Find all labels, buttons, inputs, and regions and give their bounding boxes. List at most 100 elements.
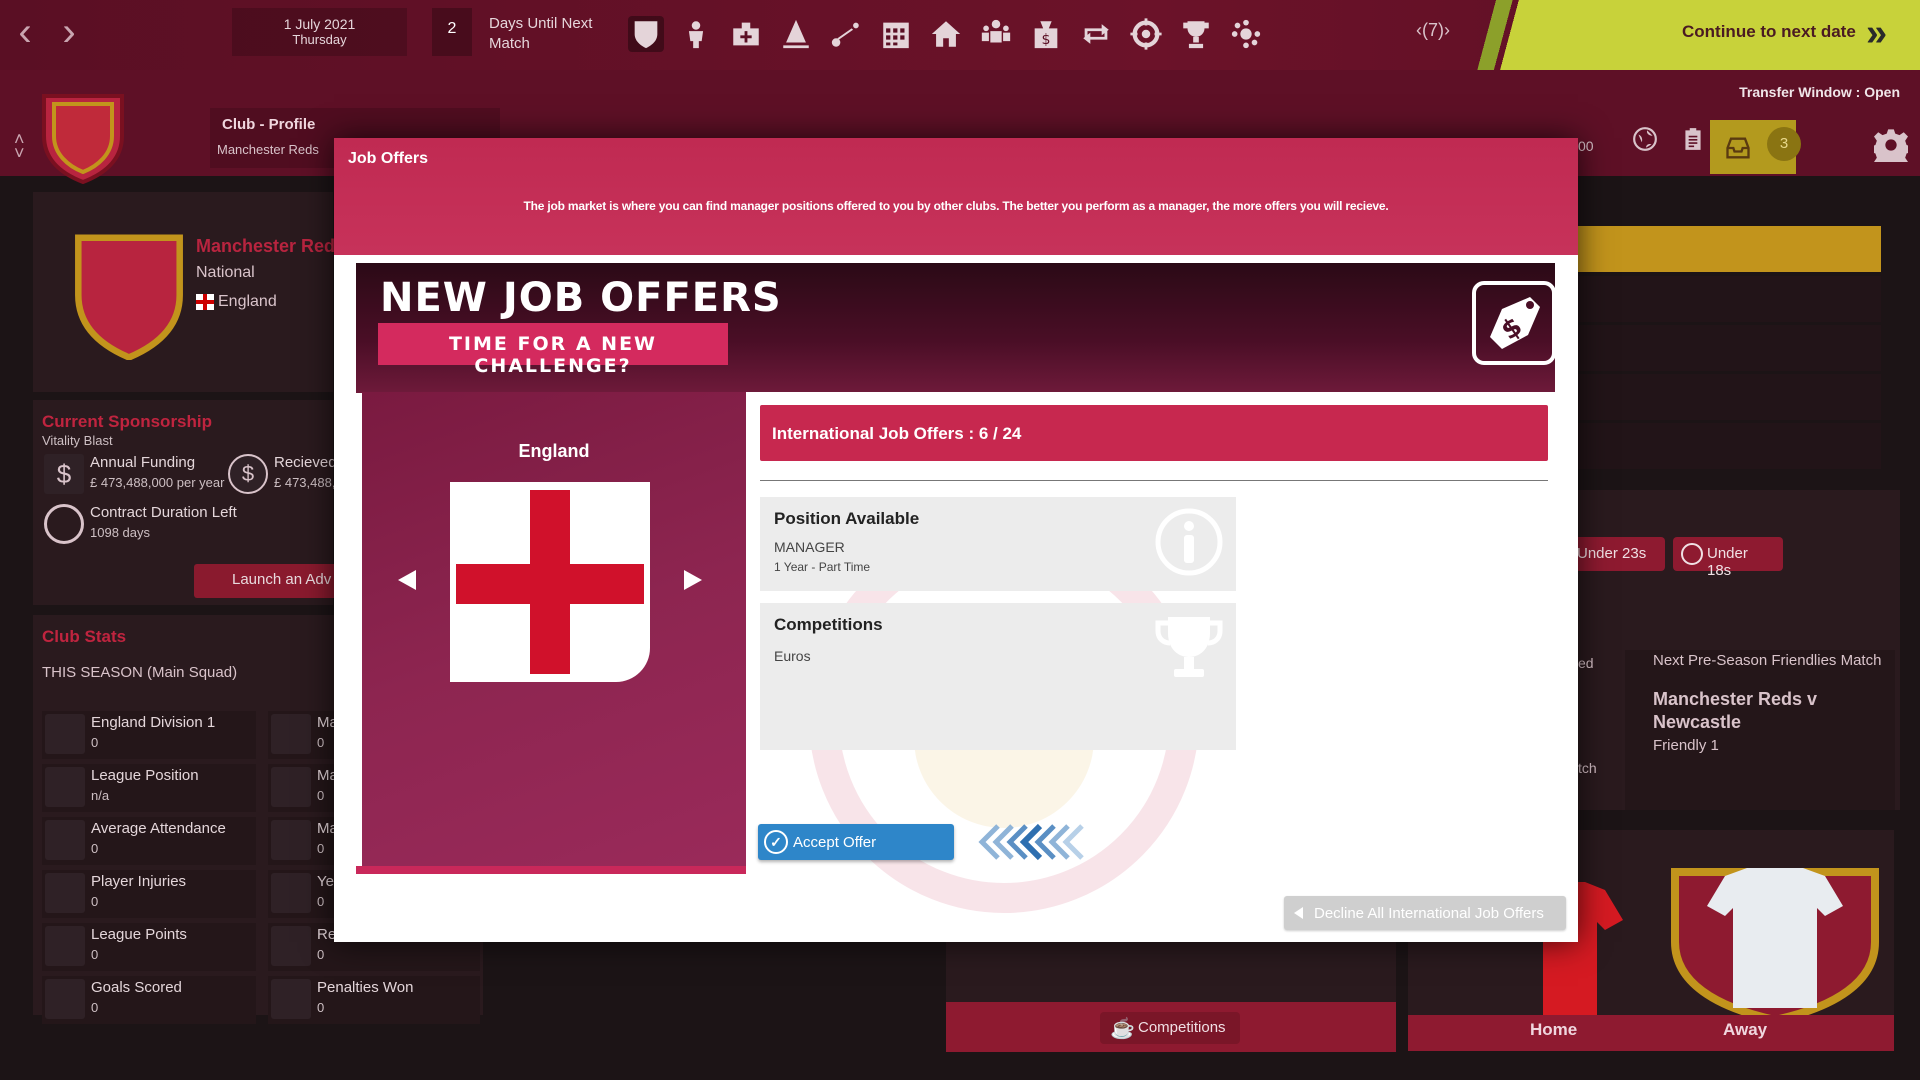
transfers-icon[interactable] [1078,16,1114,52]
accept-offer-label: Accept Offer [793,834,877,851]
club-name: Manchester Reds [196,236,346,256]
days-until-match-count: 2 [432,8,472,56]
inbox-count-badge: 3 [1767,127,1801,161]
check-circle-icon: ✓ [764,830,788,854]
game-speed-value: 7 [1428,20,1439,40]
under-23s-label: Under 23s [1577,545,1647,562]
competitions-title: Competitions [774,615,883,634]
forward-arrow-icon[interactable]: › [54,12,84,54]
stat-value: 0 [91,1000,99,1015]
stat-value: 0 [317,1000,325,1015]
chevrons-left-icon [978,823,1084,861]
back-arrow-icon[interactable]: ‹ [10,12,40,54]
previous-offer-arrow-icon[interactable] [398,570,416,590]
stat-label: England Division 1 [91,714,216,731]
contract-stat: Contract Duration Left 1098 days [44,504,237,544]
double-chevron-right-icon[interactable]: » [1866,12,1887,55]
globe-icon[interactable] [1632,126,1658,152]
england-flag-small-icon [196,294,214,310]
launch-advert-button[interactable]: Launch an Adv [194,564,344,598]
under-23s-button[interactable]: Under 23s [1565,537,1665,571]
stat-row: League Position n/a [42,764,256,812]
clock-icon [44,504,84,544]
away-kit-label[interactable]: Away [1723,1020,1767,1040]
decline-all-label: Decline All International Job Offers [1314,905,1544,922]
banner-subtitle: TIME FOR A NEW CHALLENGE? [378,323,728,377]
partial-text: ed [1578,655,1594,671]
shield-icon[interactable] [628,16,664,52]
stat-row: Goals Scored 0 [42,976,256,1024]
stadium-icon[interactable] [928,16,964,52]
offers-count-label: International Job Offers : 6 / 24 [772,424,1022,443]
clipboard-icon[interactable] [1680,126,1706,152]
current-date: 1 July 2021 [283,16,356,32]
finance-icon[interactable]: $ [1028,16,1064,52]
club-crest-large-icon [75,234,183,360]
england-flag-icon [450,482,650,682]
continue-button[interactable]: Continue to next date [1682,22,1856,42]
dollar-icon: $ [44,454,84,494]
svg-text:$: $ [1041,32,1050,48]
modal-header: Job Offers The job market is where you c… [334,138,1578,255]
stat-value: n/a [91,788,110,803]
divider [760,480,1548,481]
info-row [1575,325,1881,371]
position-title: Position Available [774,509,920,528]
received-label: Recieved [274,454,337,471]
training-icon[interactable] [778,16,814,52]
competitions-value: Euros [774,648,811,664]
current-weekday: Thursday [292,32,347,47]
info-row [1575,276,1881,322]
stat-label: League Position [91,767,199,784]
sponsor-name: Vitality Blast [42,433,113,448]
up-down-arrows-icon[interactable]: ˄ ˅ [14,130,25,162]
competitions-label: Competitions [1138,1019,1226,1036]
club-type: National [196,264,255,281]
competitions-panel [946,940,1396,1004]
kits-bar [1408,1015,1894,1051]
stat-label: Player Injuries [91,873,187,890]
stat-label: Penalties Won [317,979,414,996]
top-nav-icons: $ [628,16,1264,52]
scouting-icon[interactable] [1128,16,1164,52]
club-country: England [218,293,277,310]
decline-all-offers-button[interactable]: Decline All International Job Offers [1284,896,1566,930]
board-icon[interactable] [1228,16,1264,52]
info-row [1575,374,1881,420]
stat-row: Average Attendance 0 [42,817,256,865]
stat-row: Penalties Won 0 [268,976,480,1024]
stat-icon [271,767,311,807]
received-value: £ 473,488,0 [274,475,343,490]
inbox-icon [1726,137,1750,159]
position-role: MANAGER [774,539,845,555]
next-offer-arrow-icon[interactable] [684,570,702,590]
contract-value: 1098 days [90,525,150,540]
country-card-accent [356,866,752,874]
days-until-match-label: Days Until Next Match [489,14,609,54]
under-18s-button[interactable]: Under 18s [1673,537,1783,579]
stat-value: 0 [91,947,99,962]
club-crest-icon [42,94,124,184]
tactics-icon[interactable] [828,16,864,52]
trophy-icon[interactable] [1178,16,1214,52]
info-row [1575,423,1881,469]
medical-icon[interactable] [728,16,764,52]
stat-icon [45,979,85,1019]
game-speed-control[interactable]: ‹(7)› [1416,20,1450,41]
price-tag-icon: $ [1472,281,1556,365]
money-circle-icon: $ [228,454,268,494]
contract-label: Contract Duration Left [90,504,237,521]
stat-icon [45,714,85,754]
next-match-teams: Manchester Reds v Newcastle [1653,689,1818,732]
trophy-small-icon: ☕ [1110,1018,1135,1040]
settings-gear-icon[interactable] [1874,128,1908,162]
staff-icon[interactable] [978,16,1014,52]
players-icon[interactable] [678,16,714,52]
stat-icon [271,979,311,1019]
calendar-icon[interactable] [878,16,914,52]
accept-offer-button[interactable]: ✓ Accept Offer [758,824,954,860]
stat-label: League Points [91,926,187,943]
competitions-button[interactable]: ☕ Competitions [1100,1012,1240,1044]
home-kit-label[interactable]: Home [1530,1020,1577,1040]
stat-icon [45,767,85,807]
